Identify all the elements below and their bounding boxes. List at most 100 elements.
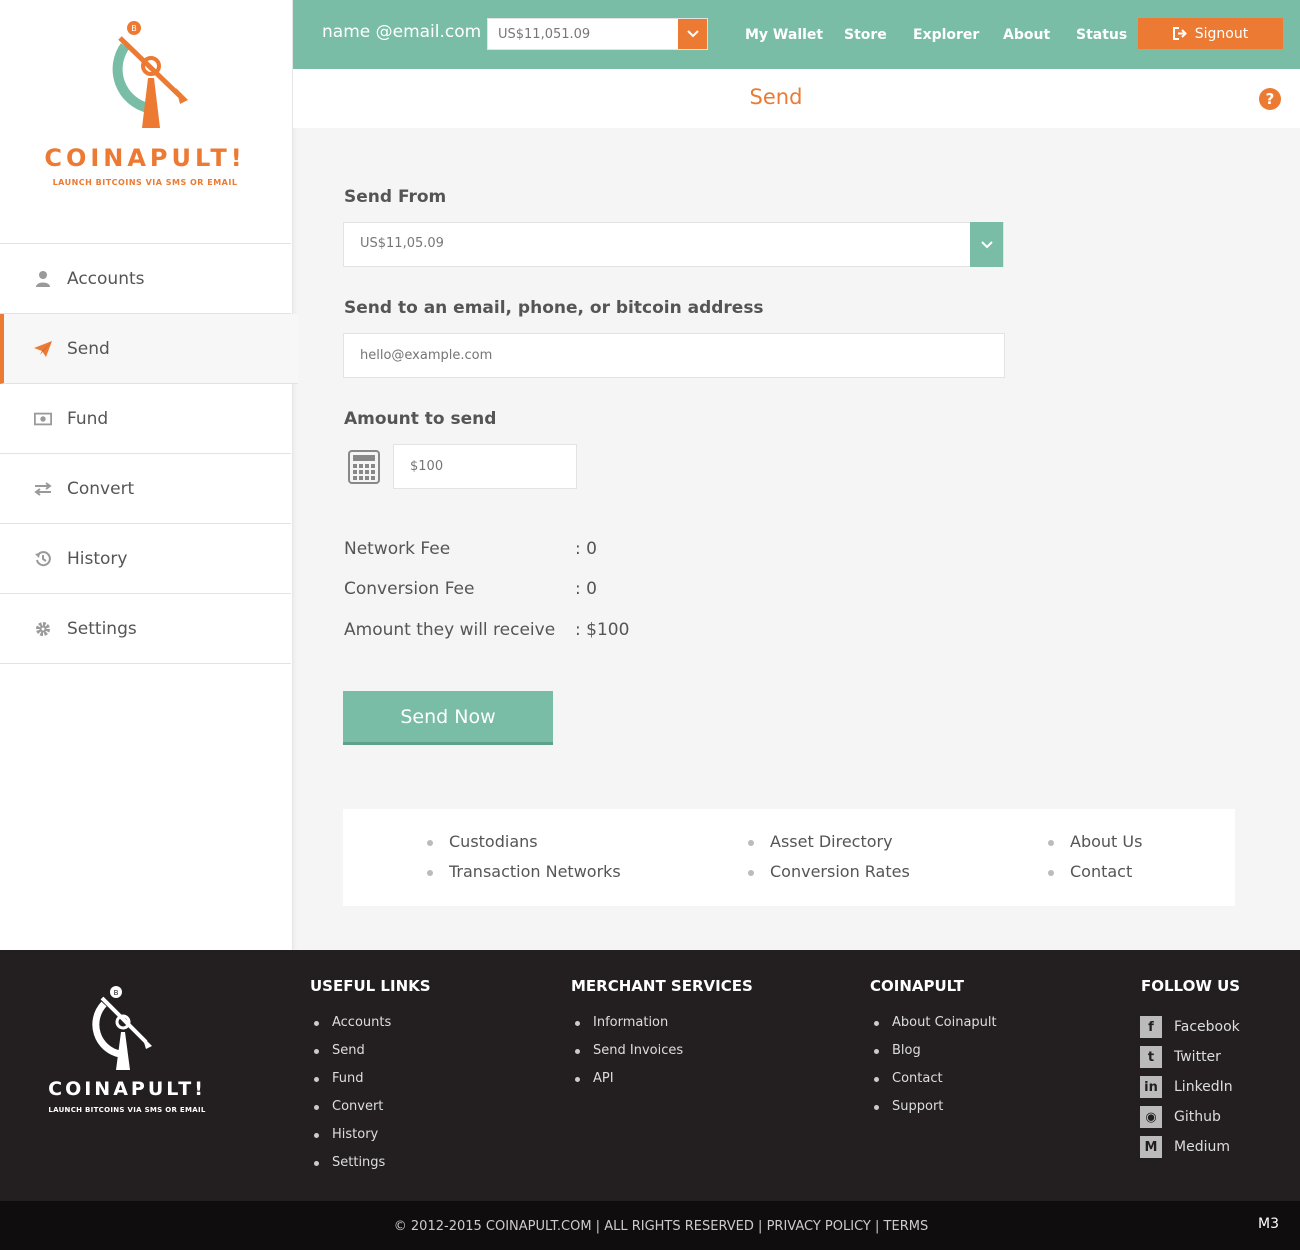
- sidebar-item-label: Settings: [67, 618, 137, 639]
- logo-wordmark: COINAPULT!: [44, 144, 246, 172]
- separator: |: [758, 1219, 763, 1234]
- title-bar: Send ?: [293, 69, 1300, 128]
- nav-explorer[interactable]: Explorer: [913, 27, 979, 43]
- footer-link-send-invoices[interactable]: Send Invoices: [574, 1043, 683, 1058]
- money-icon: [34, 410, 52, 428]
- social-linkedin[interactable]: in LinkedIn: [1140, 1076, 1233, 1098]
- facebook-icon: f: [1140, 1016, 1162, 1038]
- social-label: Github: [1174, 1109, 1221, 1125]
- nav-my-wallet[interactable]: My Wallet: [745, 27, 823, 43]
- footer-link-fund[interactable]: Fund: [314, 1071, 364, 1086]
- social-label: Twitter: [1174, 1049, 1221, 1065]
- gear-icon: [34, 620, 52, 638]
- footer-logo-wordmark: COINAPULT!: [48, 1078, 206, 1100]
- network-fee-label: Network Fee: [344, 539, 451, 559]
- help-icon[interactable]: ?: [1259, 88, 1281, 110]
- conversion-fee-label: Conversion Fee: [344, 579, 475, 599]
- link-transaction-networks[interactable]: Transaction Networks: [427, 862, 621, 881]
- receive-amount-label: Amount they will receive: [344, 620, 556, 640]
- copyright: © 2012-2015 COINAPULT.COM | ALL RIGHTS R…: [0, 1219, 1300, 1234]
- privacy-policy-link[interactable]: PRIVACY POLICY: [767, 1219, 871, 1234]
- svg-text:B: B: [131, 24, 137, 33]
- top-bar: name @email.com US$11,051.09 My Wallet S…: [293, 0, 1300, 69]
- sidebar-item-history[interactable]: History: [0, 524, 291, 594]
- footer-link-information[interactable]: Information: [574, 1015, 668, 1030]
- social-facebook[interactable]: f Facebook: [1140, 1016, 1240, 1038]
- social-label: LinkedIn: [1174, 1079, 1233, 1095]
- page-title: Send: [749, 85, 803, 109]
- rights-text: ALL RIGHTS RESERVED: [604, 1219, 754, 1234]
- recipient-input[interactable]: [343, 333, 1005, 378]
- signout-button[interactable]: Signout: [1138, 18, 1283, 49]
- terms-link[interactable]: TERMS: [884, 1219, 929, 1234]
- merchant-services-heading: MERCHANT SERVICES: [571, 977, 753, 995]
- sidebar-item-send[interactable]: Send: [0, 314, 298, 384]
- coinapult-logo[interactable]: B COINAPULT! LAUNCH BITCOINS VIA SMS OR …: [30, 18, 260, 198]
- send-from-select[interactable]: US$11,05.09: [343, 222, 1004, 267]
- user-icon: [34, 270, 52, 288]
- network-fee-value: : 0: [575, 539, 597, 559]
- footer-link-blog[interactable]: Blog: [874, 1043, 921, 1058]
- footer-link-support[interactable]: Support: [873, 1099, 943, 1114]
- logo-tagline: LAUNCH BITCOINS VIA SMS OR EMAIL: [52, 178, 238, 187]
- sidebar-item-label: Send: [67, 338, 110, 359]
- linkedin-icon: in: [1140, 1076, 1162, 1098]
- balance-select[interactable]: US$11,051.09: [487, 18, 708, 50]
- footer-link-send[interactable]: Send: [314, 1043, 365, 1058]
- balance-value: US$11,051.09: [498, 27, 591, 42]
- sidebar-item-convert[interactable]: Convert: [0, 454, 291, 524]
- sidebar-item-label: Convert: [67, 478, 135, 499]
- footer-link-accounts[interactable]: Accounts: [313, 1015, 391, 1030]
- calculator-icon[interactable]: [348, 450, 380, 484]
- medium-icon: M: [1140, 1136, 1162, 1158]
- signout-icon: [1172, 27, 1187, 40]
- social-medium[interactable]: M Medium: [1140, 1136, 1230, 1158]
- footer-logo[interactable]: B COINAPULT! LAUNCH BITCOINS VIA SMS OR …: [32, 984, 222, 1124]
- nav-about[interactable]: About: [1003, 27, 1050, 43]
- sidebar-item-settings[interactable]: Settings: [0, 594, 291, 664]
- footer-link-settings[interactable]: Settings: [313, 1155, 385, 1170]
- footer-link-history[interactable]: History: [313, 1127, 378, 1142]
- conversion-fee-value: : 0: [575, 579, 597, 599]
- chevron-down-icon[interactable]: [678, 19, 707, 49]
- github-icon: ◉: [1140, 1106, 1162, 1128]
- sidebar-item-label: Fund: [67, 408, 109, 429]
- useful-links-heading: USEFUL LINKS: [310, 977, 431, 995]
- twitter-icon: t: [1140, 1046, 1162, 1068]
- bottom-bar: © 2012-2015 COINAPULT.COM | ALL RIGHTS R…: [0, 1201, 1300, 1250]
- footer: B COINAPULT! LAUNCH BITCOINS VIA SMS OR …: [0, 950, 1300, 1201]
- footer-link-contact[interactable]: Contact: [874, 1071, 943, 1086]
- version-label: M3: [1258, 1216, 1279, 1232]
- social-github[interactable]: ◉ Github: [1140, 1106, 1221, 1128]
- exchange-icon: [34, 480, 52, 498]
- footer-link-about-coinapult[interactable]: About Coinapult: [874, 1015, 997, 1030]
- info-links-box: Custodians Transaction Networks Asset Di…: [343, 809, 1235, 906]
- footer-link-convert[interactable]: Convert: [313, 1099, 383, 1114]
- catapult-icon: B: [112, 21, 188, 128]
- link-conversion-rates[interactable]: Conversion Rates: [748, 862, 910, 881]
- nav-status[interactable]: Status: [1076, 27, 1127, 43]
- signout-label: Signout: [1194, 25, 1249, 42]
- link-custodians[interactable]: Custodians: [427, 832, 538, 851]
- link-asset-directory[interactable]: Asset Directory: [748, 832, 893, 851]
- history-icon: [34, 550, 52, 568]
- chevron-down-icon[interactable]: [970, 222, 1003, 267]
- amount-input[interactable]: [393, 444, 577, 489]
- link-about-us[interactable]: About Us: [1047, 832, 1142, 851]
- footer-logo-tagline: LAUNCH BITCOINS VIA SMS OR EMAIL: [48, 1106, 206, 1114]
- social-label: Facebook: [1174, 1019, 1240, 1035]
- nav-store[interactable]: Store: [844, 27, 887, 43]
- link-contact[interactable]: Contact: [1047, 862, 1132, 881]
- footer-link-api[interactable]: API: [575, 1071, 614, 1086]
- social-twitter[interactable]: t Twitter: [1140, 1046, 1221, 1068]
- send-now-button[interactable]: Send Now: [343, 691, 553, 745]
- separator: |: [595, 1219, 601, 1234]
- send-from-label: Send From: [344, 187, 447, 207]
- sidebar-item-accounts[interactable]: Accounts: [0, 244, 291, 314]
- paper-plane-icon: [34, 340, 52, 358]
- sidebar-item-label: Accounts: [67, 268, 145, 289]
- recipient-label: Send to an email, phone, or bitcoin addr…: [344, 298, 764, 318]
- sidebar-nav: Accounts Send Fund Convert History Setti…: [0, 243, 298, 664]
- sidebar-item-fund[interactable]: Fund: [0, 384, 291, 454]
- receive-amount-value: : $100: [575, 620, 630, 640]
